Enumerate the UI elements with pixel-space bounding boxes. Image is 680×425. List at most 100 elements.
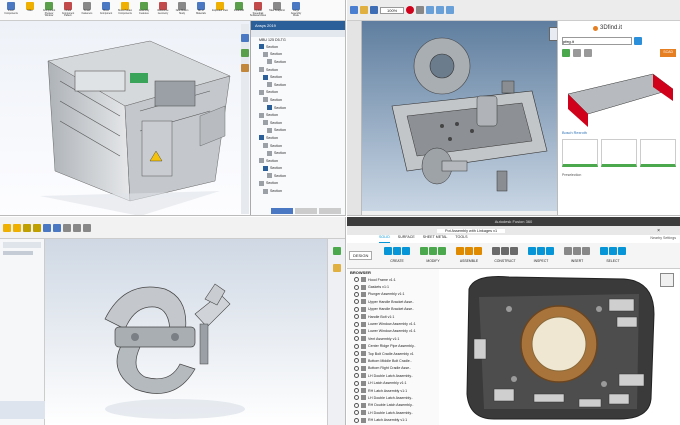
- tree-item[interactable]: Section: [251, 81, 345, 89]
- tree-item[interactable]: Section: [251, 187, 345, 195]
- shell-icon[interactable]: [83, 223, 91, 232]
- search-icon[interactable]: [634, 37, 642, 45]
- browser-item[interactable]: LH Double Latch Assembly..: [347, 372, 439, 379]
- ribbon-group[interactable]: MODIFY: [418, 245, 448, 267]
- machine-frame-model[interactable]: [0, 21, 250, 216]
- revolve-icon[interactable]: [13, 223, 21, 232]
- ribbon-group[interactable]: INSERT: [562, 245, 592, 267]
- tree-item[interactable]: Section: [251, 66, 345, 74]
- visibility-eye-icon[interactable]: [354, 291, 359, 297]
- ribbon-icon[interactable]: [600, 247, 608, 255]
- visibility-eye-icon[interactable]: [354, 306, 359, 312]
- record-icon[interactable]: [406, 6, 415, 14]
- view-front-icon[interactable]: [426, 6, 435, 14]
- result-thumb[interactable]: [562, 139, 598, 167]
- visibility-eye-icon[interactable]: [354, 410, 359, 416]
- tree-item[interactable]: Section: [251, 172, 345, 180]
- share-icon[interactable]: [584, 49, 592, 57]
- visibility-eye-icon[interactable]: [354, 373, 359, 379]
- browser-item[interactable]: Lower Window Assembly v1:1: [347, 328, 439, 335]
- ribbon-group[interactable]: CREATE: [382, 245, 412, 267]
- visibility-eye-icon[interactable]: [354, 321, 359, 327]
- badge[interactable]: SCAD: [660, 49, 676, 57]
- browser-item[interactable]: Upper Handle Bracket Asse..: [347, 306, 439, 313]
- loft-icon[interactable]: [33, 223, 41, 232]
- browser-item[interactable]: RH Double Latch Assembly..: [347, 402, 439, 409]
- ribbon-icon[interactable]: [384, 247, 392, 255]
- new-file-icon[interactable]: [350, 6, 358, 14]
- tree-item[interactable]: Section: [251, 96, 345, 104]
- ribbon-tab[interactable]: SURFACE: [398, 235, 415, 243]
- browser-item[interactable]: Plunger Assembly v1:1: [347, 291, 439, 298]
- visibility-eye-icon[interactable]: [354, 277, 359, 283]
- ribbon-icon[interactable]: [537, 247, 545, 255]
- ribbon-icon[interactable]: [465, 247, 473, 255]
- library-icon[interactable]: [241, 49, 249, 57]
- visibility-eye-icon[interactable]: [354, 328, 359, 334]
- toolbar-button[interactable]: Insert Components: [3, 2, 19, 18]
- toolbar-button[interactable]: Smart Fasteners: [79, 2, 95, 18]
- ribbon-group[interactable]: SELECT: [598, 245, 628, 267]
- freecad-3d-view[interactable]: [362, 21, 567, 211]
- toolbar-button[interactable]: Take Snapshot: [269, 2, 285, 18]
- ribbon-icon[interactable]: [501, 247, 509, 255]
- clamp-model[interactable]: [45, 239, 328, 425]
- ribbon-icon[interactable]: [582, 247, 590, 255]
- tree-item[interactable]: Section: [251, 43, 345, 51]
- visibility-eye-icon[interactable]: [354, 402, 359, 408]
- visibility-eye-icon[interactable]: [354, 343, 359, 349]
- toolbar-button[interactable]: Move Component: [98, 2, 114, 18]
- visibility-eye-icon[interactable]: [354, 365, 359, 371]
- hatch-assembly-model[interactable]: [439, 269, 680, 425]
- tree-item[interactable]: Section: [251, 165, 345, 173]
- toolbar-button[interactable]: Show Hidden Components: [117, 2, 133, 18]
- ribbon-icon[interactable]: [609, 247, 617, 255]
- tree-item[interactable]: Section: [251, 127, 345, 135]
- ribbon-icon[interactable]: [510, 247, 518, 255]
- ribbon-group[interactable]: ASSEMBLE: [454, 245, 484, 267]
- ribbon-group[interactable]: CONSTRUCT: [490, 245, 520, 267]
- open-file-icon[interactable]: [360, 6, 368, 14]
- ribbon-icon[interactable]: [429, 247, 437, 255]
- graphics-area[interactable]: [0, 21, 250, 216]
- pattern-icon[interactable]: [53, 223, 61, 232]
- ribbon-tab[interactable]: SHEET METAL: [423, 235, 448, 243]
- file-explorer-icon[interactable]: [333, 264, 341, 272]
- save-icon[interactable]: [370, 6, 378, 14]
- view-iso-icon[interactable]: [416, 6, 425, 14]
- filter-icon[interactable]: [562, 49, 570, 57]
- tree-item[interactable]: Section: [251, 111, 345, 119]
- list-icon[interactable]: [573, 49, 581, 57]
- toolbar-button[interactable]: Assembly Features: [136, 2, 152, 18]
- result-thumb[interactable]: [640, 139, 676, 167]
- explorer-icon[interactable]: [241, 64, 249, 72]
- ribbon-icon[interactable]: [474, 247, 482, 255]
- clamp-graphics-area[interactable]: [45, 239, 328, 425]
- browser-item[interactable]: Gaskets v1:1: [347, 283, 439, 290]
- toolbar-button[interactable]: Reference Geometry: [155, 2, 171, 18]
- ribbon-icon[interactable]: [618, 247, 626, 255]
- toolbar-button[interactable]: Mate: [22, 2, 38, 18]
- tree-item[interactable]: Section: [251, 73, 345, 81]
- extrude-icon[interactable]: [3, 223, 11, 232]
- fillet-icon[interactable]: [43, 223, 51, 232]
- visibility-eye-icon[interactable]: [354, 351, 359, 357]
- tree-item[interactable]: Section: [251, 58, 345, 66]
- ribbon-tab[interactable]: SOLID: [379, 235, 390, 243]
- view-right-icon[interactable]: [446, 6, 455, 14]
- ribbon-icon[interactable]: [564, 247, 572, 255]
- sweep-icon[interactable]: [23, 223, 31, 232]
- toolbar-button[interactable]: Exploded View: [212, 2, 228, 18]
- visibility-eye-icon[interactable]: [354, 358, 359, 364]
- tree-item[interactable]: Section: [251, 142, 345, 150]
- browser-item[interactable]: Bottom Right Cradle Asse..: [347, 365, 439, 372]
- result-thumb[interactable]: [601, 139, 637, 167]
- tree-item[interactable]: Section: [251, 149, 345, 157]
- ribbon-icon[interactable]: [573, 247, 581, 255]
- design-library-icon[interactable]: [333, 247, 341, 255]
- draft-icon[interactable]: [73, 223, 81, 232]
- ribbon-icon[interactable]: [393, 247, 401, 255]
- ribbon-icon[interactable]: [420, 247, 428, 255]
- browser-item[interactable]: Bottom Middle Bolt Cradle..: [347, 357, 439, 364]
- visibility-eye-icon[interactable]: [354, 284, 359, 290]
